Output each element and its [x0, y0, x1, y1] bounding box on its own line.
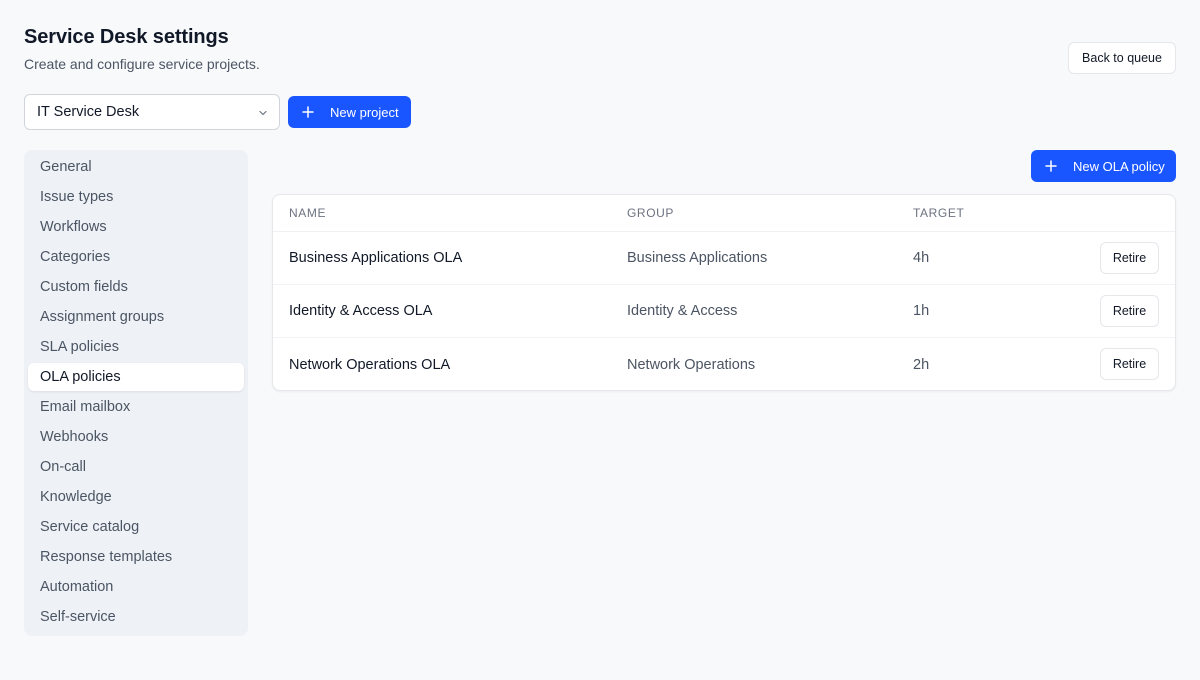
column-header-group: GROUP [627, 206, 675, 220]
table-row: Identity & Access OLA Identity & Access … [273, 285, 1175, 338]
policy-name: Business Applications OLA [289, 250, 463, 266]
ola-policies-table: NAME GROUP TARGET Business Applications … [272, 194, 1176, 391]
new-project-label: New project [330, 104, 399, 120]
sidebar-item-categories[interactable]: Categories [28, 243, 244, 271]
sidebar-item-issue-types[interactable]: Issue types [28, 183, 244, 211]
sidebar-item-assignment-groups[interactable]: Assignment groups [28, 303, 244, 331]
policy-target: 1h [913, 303, 930, 319]
sidebar-item-self-service[interactable]: Self-service [28, 603, 244, 631]
sidebar-item-response-templates[interactable]: Response templates [28, 543, 244, 571]
project-select-value: IT Service Desk [37, 104, 140, 120]
sidebar-item-sla-policies[interactable]: SLA policies [28, 333, 244, 361]
page-title: Service Desk settings [24, 26, 229, 48]
policy-name: Network Operations OLA [289, 356, 451, 373]
retire-button[interactable]: Retire [1100, 242, 1159, 274]
sidebar-item-email-mailbox[interactable]: Email mailbox [28, 393, 244, 421]
sidebar-item-on-call[interactable]: On-call [28, 453, 244, 481]
sidebar-item-service-catalog[interactable]: Service catalog [28, 513, 244, 541]
policy-group: Identity & Access [627, 303, 738, 319]
chevron-down-icon [259, 110, 267, 116]
table-row: Network Operations OLA Network Operation… [273, 338, 1175, 390]
table-row: Business Applications OLA Business Appli… [273, 232, 1175, 285]
retire-button[interactable]: Retire [1100, 348, 1159, 380]
project-select[interactable]: IT Service Desk [24, 94, 280, 130]
policy-target: 4h [913, 250, 930, 266]
back-to-queue-button[interactable]: Back to queue [1068, 42, 1176, 74]
sidebar-item-webhooks[interactable]: Webhooks [28, 423, 244, 451]
column-header-target: TARGET [913, 206, 965, 220]
plus-icon [1045, 160, 1057, 172]
settings-page: Service Desk settings Create and configu… [0, 0, 1200, 680]
new-ola-policy-label: New OLA policy [1073, 158, 1165, 174]
sidebar-item-custom-fields[interactable]: Custom fields [28, 273, 244, 301]
sidebar-item-general[interactable]: General [28, 153, 244, 181]
page-subtitle: Create and configure service projects. [24, 56, 260, 72]
settings-sidebar: General Issue types Workflows Categories… [24, 150, 248, 636]
sidebar-item-workflows[interactable]: Workflows [28, 213, 244, 241]
sidebar-item-knowledge[interactable]: Knowledge [28, 483, 244, 511]
new-project-button[interactable]: New project [288, 96, 411, 128]
policy-group: Business Applications [627, 250, 768, 266]
new-ola-policy-button[interactable]: New OLA policy [1031, 150, 1176, 182]
table-header: NAME GROUP TARGET [273, 195, 1175, 232]
policy-name: Identity & Access OLA [289, 303, 433, 319]
retire-button[interactable]: Retire [1100, 295, 1159, 327]
policy-group: Network Operations [627, 356, 756, 373]
sidebar-item-ola-policies[interactable]: OLA policies [28, 363, 244, 391]
column-header-name: NAME [289, 206, 327, 220]
sidebar-item-automation[interactable]: Automation [28, 573, 244, 601]
plus-icon [302, 106, 314, 118]
policy-target: 2h [913, 356, 930, 373]
